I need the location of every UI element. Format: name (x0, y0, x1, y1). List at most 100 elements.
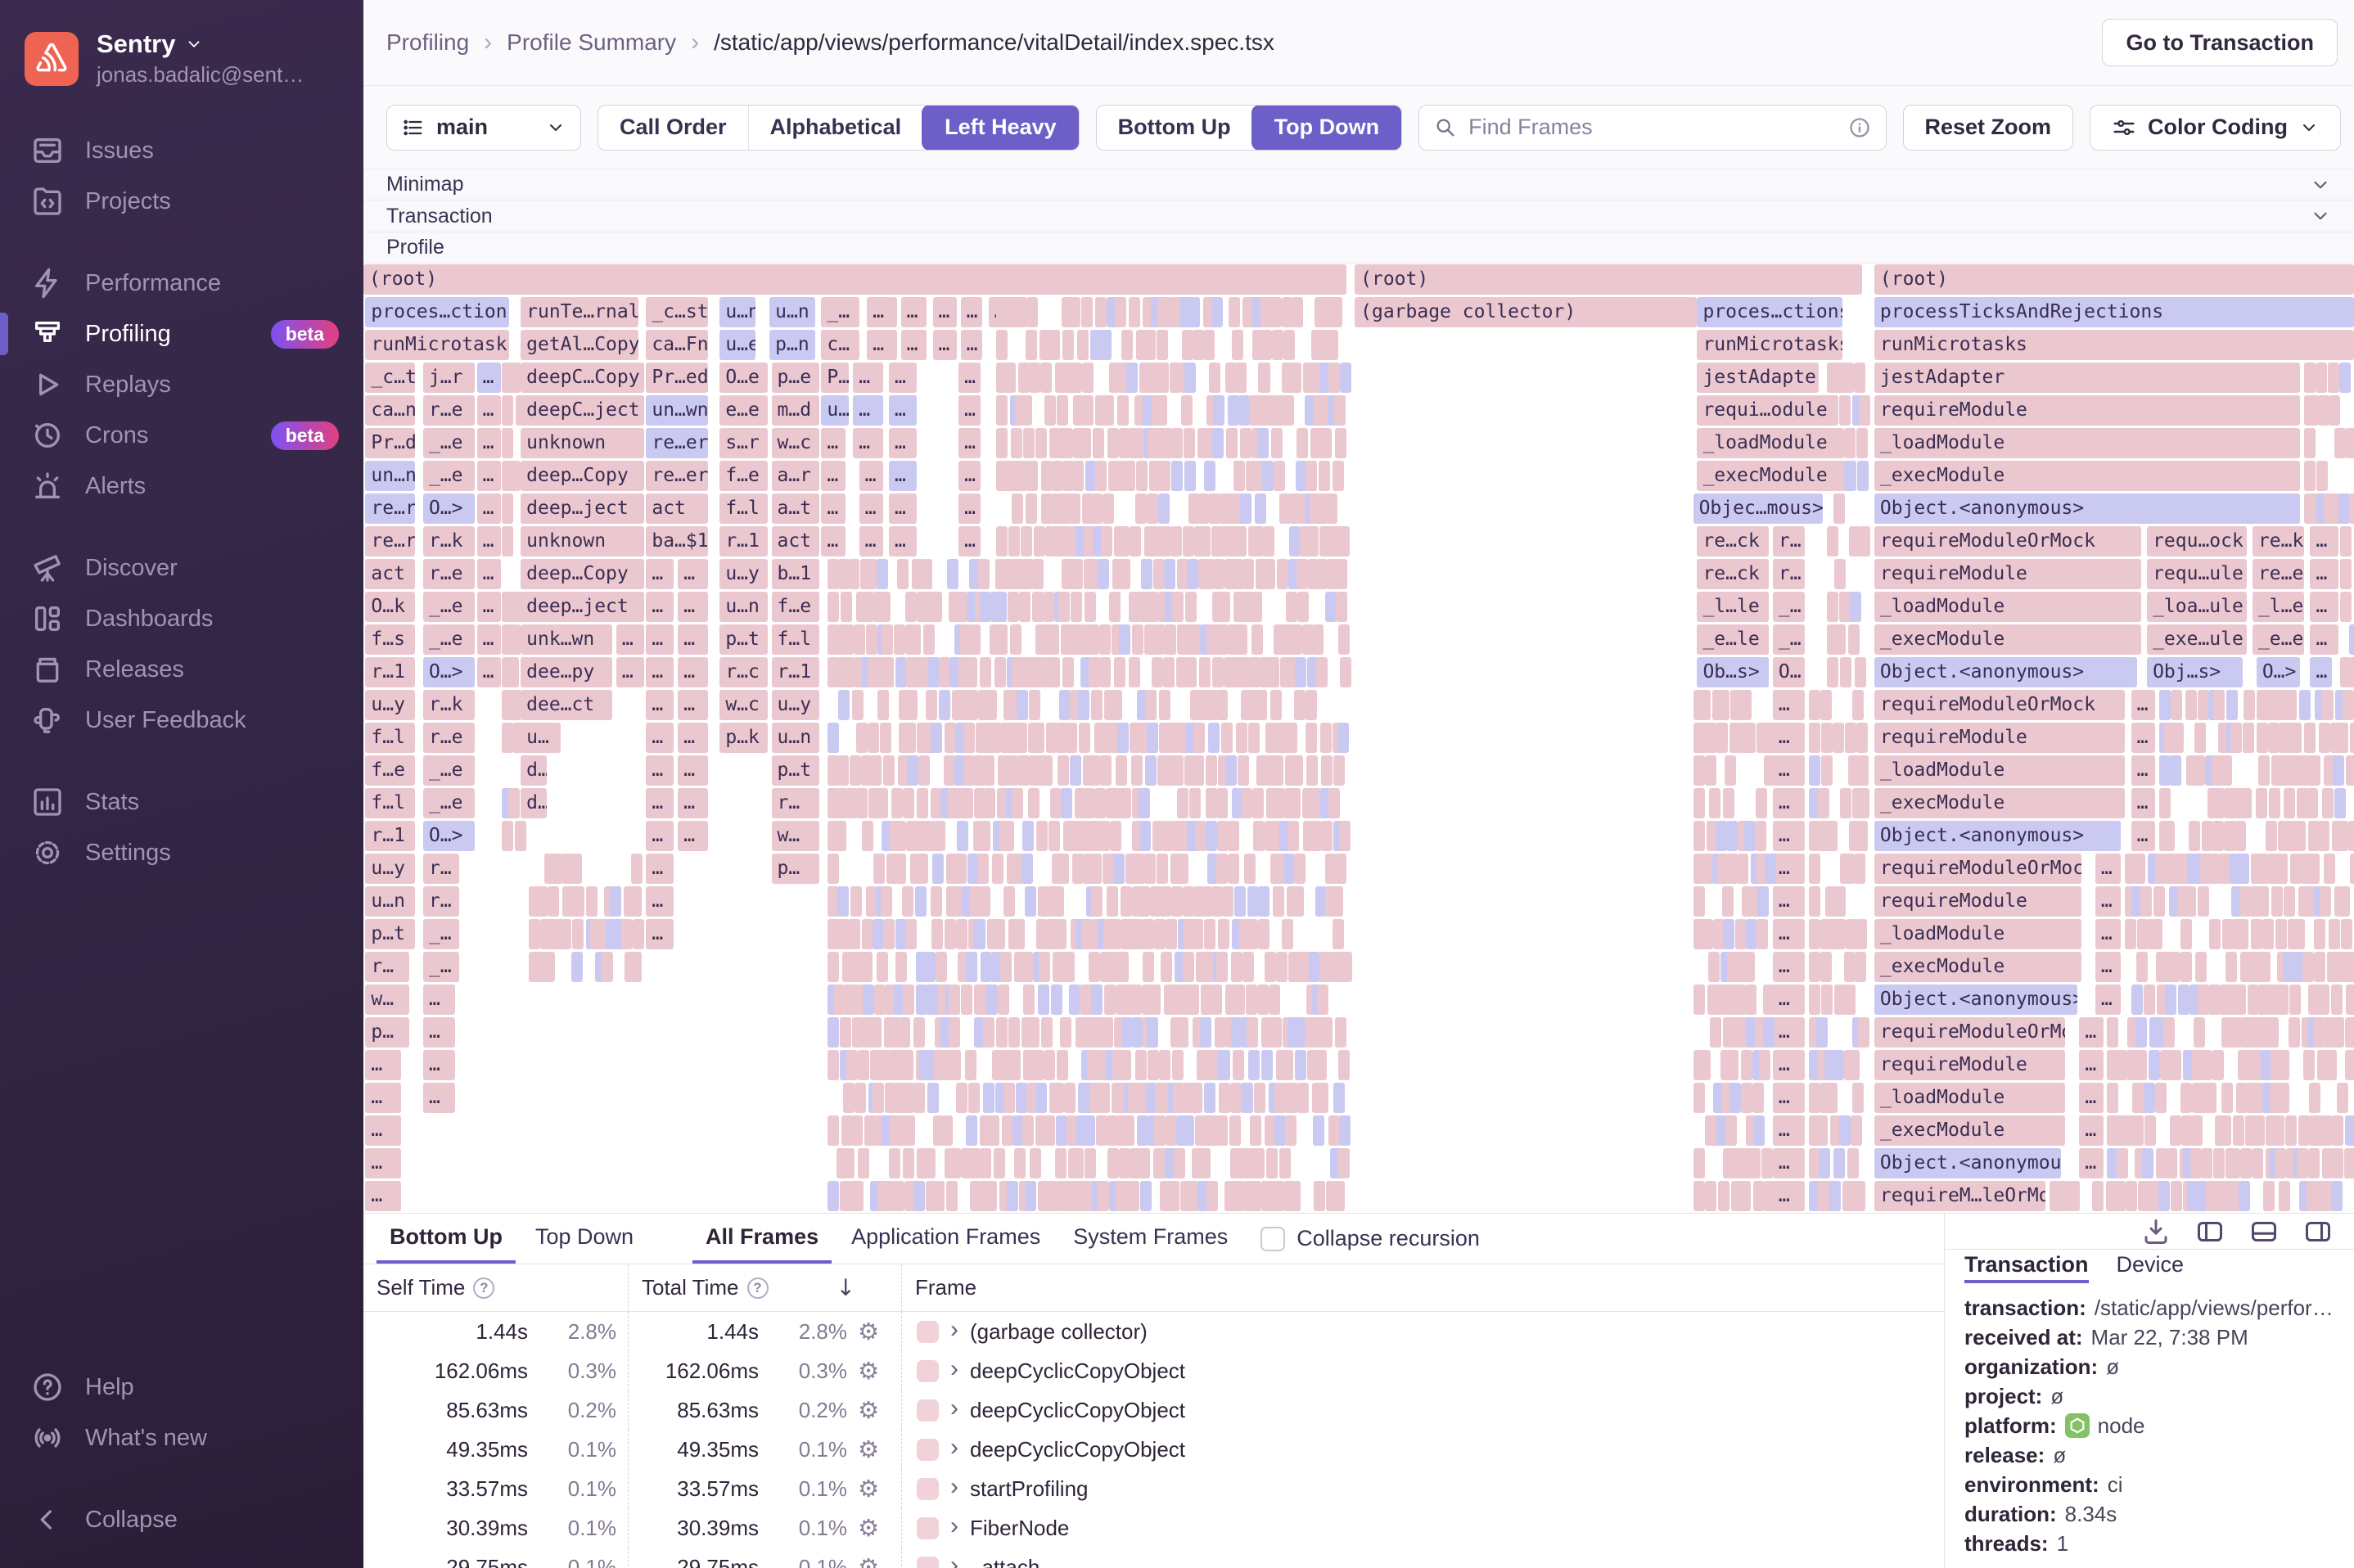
flame-frame[interactable] (2068, 1181, 2080, 1211)
flame-frame[interactable]: deep…ject (521, 493, 644, 524)
flame-frame[interactable]: r…e (422, 723, 476, 753)
flame-frame[interactable] (1154, 919, 1166, 949)
flame-frame[interactable] (1743, 952, 1755, 982)
flame-frame[interactable] (1159, 690, 1171, 720)
flame-frame[interactable]: _… (422, 919, 459, 949)
flame-frame[interactable] (1056, 395, 1068, 426)
flame-frame[interactable]: … (1772, 952, 1805, 982)
flame-frame[interactable] (931, 919, 944, 949)
flame-frame[interactable] (1226, 428, 1238, 458)
flame-frame[interactable] (1251, 592, 1263, 622)
flame-frame[interactable]: _loadModule (1874, 919, 2081, 949)
flame-frame[interactable] (1035, 428, 1048, 458)
top-down-button[interactable]: Top Down (1251, 105, 1402, 150)
flame-frame[interactable] (878, 592, 891, 622)
flame-frame[interactable]: P… (821, 363, 850, 393)
flame-frame[interactable] (1241, 788, 1253, 818)
flame-frame[interactable] (1117, 395, 1130, 426)
tab-all-frames[interactable]: All Frames (692, 1214, 832, 1264)
flame-frame[interactable]: m…d (771, 395, 819, 426)
flame-frame[interactable] (1693, 821, 1705, 851)
flame-frame[interactable] (1297, 428, 1309, 458)
flame-frame[interactable] (1143, 854, 1156, 884)
flame-frame[interactable] (1187, 985, 1199, 1015)
flame-frame[interactable] (979, 886, 991, 917)
flame-frame[interactable] (1031, 559, 1044, 589)
flame-frame[interactable] (1159, 526, 1171, 556)
flame-frame[interactable] (2275, 919, 2288, 949)
flame-frame[interactable] (1034, 526, 1046, 556)
flame-frame[interactable]: requireM…leOrMock (1874, 1181, 2046, 1211)
flame-frame[interactable]: _l…e (2252, 592, 2305, 622)
flame-frame[interactable] (1026, 297, 1038, 327)
flame-frame[interactable]: u…n (719, 592, 768, 622)
flame-frame[interactable] (877, 690, 890, 720)
flame-frame[interactable] (1764, 854, 1776, 884)
flame-frame[interactable] (967, 1083, 981, 1113)
flame-frame[interactable] (1252, 788, 1265, 818)
flame-frame[interactable] (1254, 1083, 1266, 1113)
flame-frame[interactable] (1255, 690, 1267, 720)
flame-frame[interactable]: … (960, 297, 983, 327)
flame-frame[interactable] (1271, 428, 1283, 458)
flame-frame[interactable] (1230, 952, 1242, 982)
flame-frame[interactable] (1281, 1050, 1293, 1080)
flame-frame[interactable] (502, 395, 514, 426)
flame-frame[interactable] (2290, 723, 2302, 753)
flame-frame[interactable]: re…e (2252, 559, 2305, 589)
flame-frame[interactable] (1147, 493, 1159, 524)
flame-frame[interactable] (1726, 821, 1738, 851)
flame-frame[interactable]: … (821, 461, 846, 491)
flame-frame[interactable]: … (821, 493, 846, 524)
flame-frame[interactable] (1334, 395, 1346, 426)
flame-frame[interactable] (2321, 690, 2334, 720)
flame-frame[interactable] (502, 526, 514, 556)
flame-frame[interactable] (1235, 723, 1247, 753)
flame-frame[interactable] (946, 559, 958, 589)
flame-frame[interactable] (1026, 493, 1038, 524)
flame-frame[interactable] (1215, 788, 1228, 818)
flame-frame[interactable] (1077, 330, 1089, 360)
flame-frame[interactable] (1693, 1083, 1705, 1113)
flame-frame[interactable]: r…1 (365, 821, 416, 851)
flame-frame[interactable]: p…t (365, 919, 416, 949)
flame-frame[interactable]: … (1772, 723, 1805, 753)
flame-frame[interactable]: f…e (771, 592, 819, 622)
flame-frame[interactable] (1819, 1148, 1831, 1178)
flame-frame[interactable] (559, 919, 571, 949)
flame-frame[interactable] (1124, 461, 1136, 491)
flame-frame[interactable]: r… (365, 952, 409, 982)
flame-frame[interactable]: u…y (365, 690, 416, 720)
flame-frame[interactable]: … (678, 559, 708, 589)
flame-frame[interactable] (876, 559, 888, 589)
flame-frame[interactable] (1285, 592, 1297, 622)
flame-frame[interactable] (1253, 821, 1265, 851)
flame-frame[interactable]: _loadModule (1697, 428, 1831, 458)
flame-frame[interactable] (1842, 854, 1855, 884)
flame-frame[interactable] (1015, 723, 1027, 753)
flame-frame[interactable] (1248, 1050, 1260, 1080)
flame-frame[interactable] (2346, 755, 2354, 786)
flame-frame[interactable] (985, 1181, 997, 1211)
flame-frame[interactable] (2334, 788, 2346, 818)
flame-frame[interactable] (2268, 788, 2280, 818)
flame-frame[interactable] (2323, 854, 2335, 884)
flame-frame[interactable] (1283, 854, 1296, 884)
flame-frame[interactable] (979, 1148, 991, 1178)
flame-frame[interactable]: act (771, 526, 819, 556)
flame-frame[interactable]: _c…st (646, 297, 708, 327)
flame-frame[interactable] (1162, 657, 1175, 687)
flame-frame[interactable] (1185, 657, 1197, 687)
sidebar-item-crons[interactable]: Crons beta (0, 410, 363, 461)
flame-frame[interactable] (856, 723, 868, 753)
flame-frame[interactable] (1215, 854, 1228, 884)
flame-frame[interactable] (2213, 690, 2225, 720)
flame-frame[interactable] (1851, 1083, 1864, 1113)
flame-frame[interactable] (1752, 1083, 1765, 1113)
flame-frame[interactable]: b…1 (771, 559, 819, 589)
flame-frame[interactable]: requireModuleOrMock (1874, 1017, 2066, 1048)
flame-frame[interactable] (927, 657, 940, 687)
flame-frame[interactable] (1311, 624, 1324, 655)
flame-frame[interactable] (1214, 1017, 1226, 1048)
flame-frame[interactable]: re…ck (1697, 559, 1769, 589)
